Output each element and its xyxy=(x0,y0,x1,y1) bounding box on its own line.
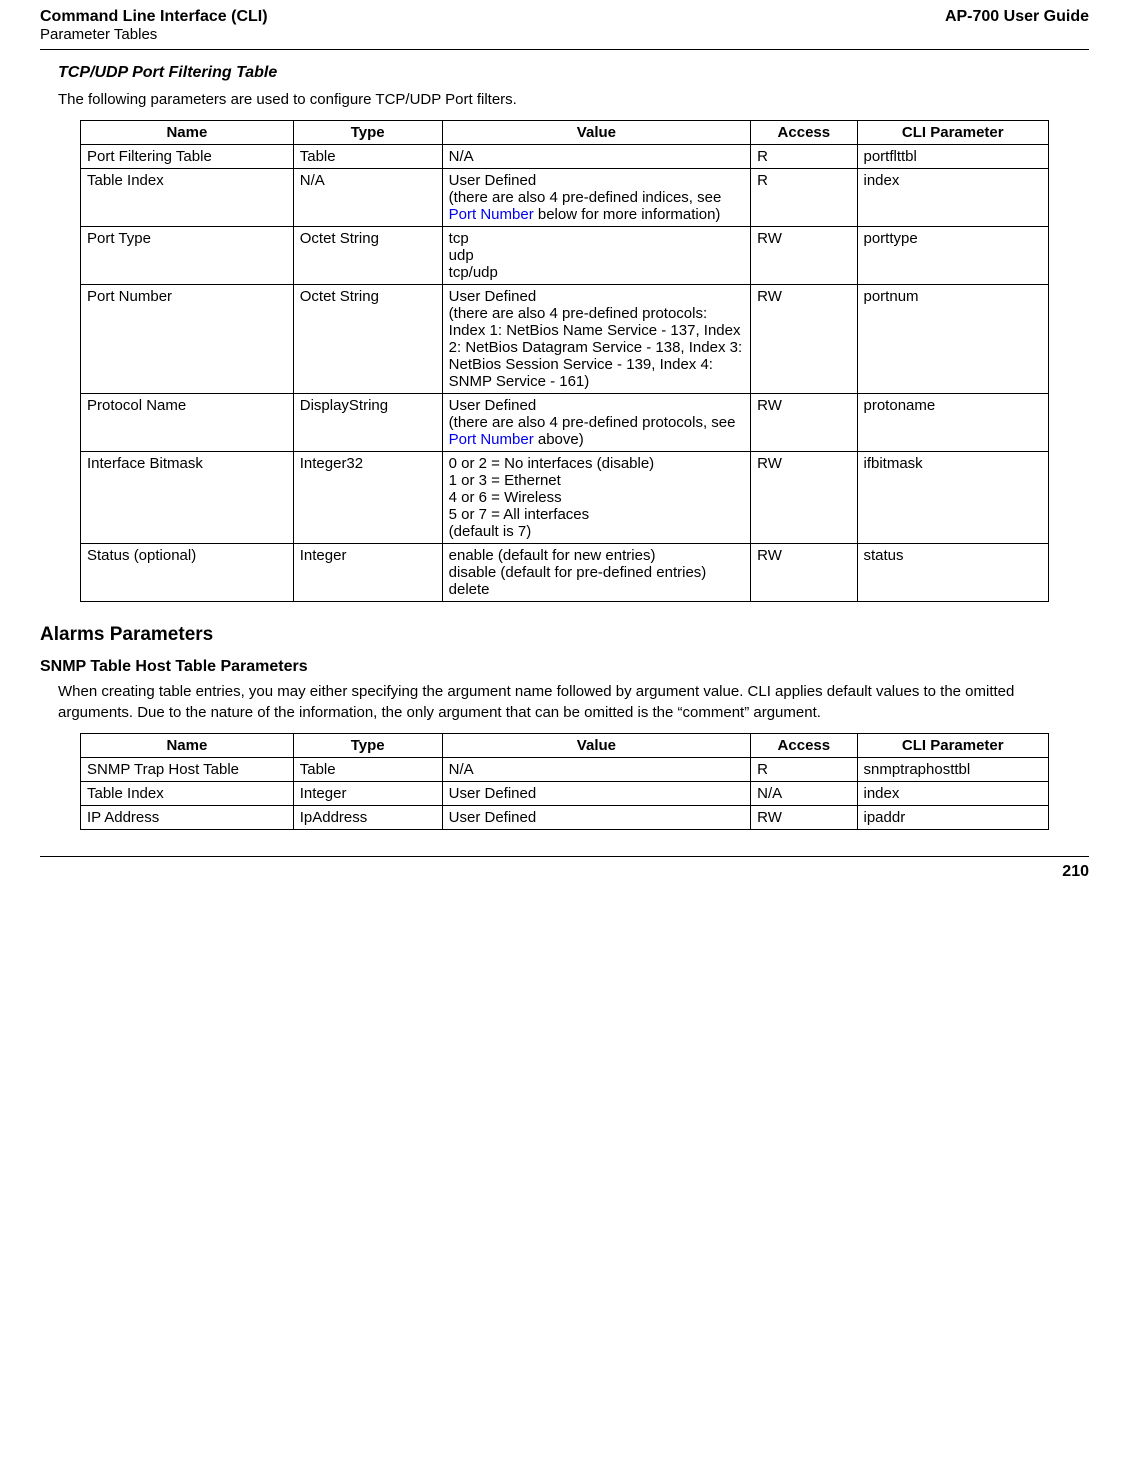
cell-type: Octet String xyxy=(293,285,442,394)
cell-value: tcp udp tcp/udp xyxy=(442,227,750,285)
cell-value: User Defined (there are also 4 pre-defin… xyxy=(442,169,750,227)
cell-name: Port Number xyxy=(81,285,294,394)
cell-name: Port Type xyxy=(81,227,294,285)
cell-access: RW xyxy=(751,544,857,602)
cell-name: Status (optional) xyxy=(81,544,294,602)
cell-type: Octet String xyxy=(293,227,442,285)
cell-type: Integer xyxy=(293,544,442,602)
cell-name: Interface Bitmask xyxy=(81,452,294,544)
port-number-link[interactable]: Port Number xyxy=(449,431,534,448)
cell-cli: ipaddr xyxy=(857,805,1049,829)
cell-cli: snmptraphosttbl xyxy=(857,757,1049,781)
cell-value-post: above) xyxy=(534,431,584,448)
cell-value: User Defined xyxy=(442,805,750,829)
col-header-type: Type xyxy=(293,733,442,757)
alarms-parameters-heading: Alarms Parameters xyxy=(40,624,1089,646)
table-header-row: Name Type Value Access CLI Parameter xyxy=(81,121,1049,145)
cell-value: enable (default for new entries) disable… xyxy=(442,544,750,602)
cell-type: Integer xyxy=(293,781,442,805)
cell-name: IP Address xyxy=(81,805,294,829)
table-row: Port Filtering Table Table N/A R portflt… xyxy=(81,145,1049,169)
snmp-trap-host-table: Name Type Value Access CLI Parameter SNM… xyxy=(80,733,1049,830)
cell-access: RW xyxy=(751,285,857,394)
cell-type: Table xyxy=(293,145,442,169)
col-header-access: Access xyxy=(751,121,857,145)
cell-type: Table xyxy=(293,757,442,781)
col-header-cli: CLI Parameter xyxy=(857,733,1049,757)
header-subtitle: Parameter Tables xyxy=(40,26,268,43)
section-intro-tcpudp: The following parameters are used to con… xyxy=(58,90,1089,110)
cell-value: User Defined (there are also 4 pre-defin… xyxy=(442,285,750,394)
cell-name: Table Index xyxy=(81,169,294,227)
cell-cli: index xyxy=(857,781,1049,805)
table-row: SNMP Trap Host Table Table N/A R snmptra… xyxy=(81,757,1049,781)
page-header: Command Line Interface (CLI) Parameter T… xyxy=(40,0,1089,50)
cell-cli: ifbitmask xyxy=(857,452,1049,544)
cell-value: N/A xyxy=(442,757,750,781)
cell-value-pre: User Defined (there are also 4 pre-defin… xyxy=(449,397,736,431)
table-row: Table Index N/A User Defined (there are … xyxy=(81,169,1049,227)
cell-access: R xyxy=(751,145,857,169)
page: Command Line Interface (CLI) Parameter T… xyxy=(0,0,1129,911)
cell-access: RW xyxy=(751,394,857,452)
cell-value: User Defined (there are also 4 pre-defin… xyxy=(442,394,750,452)
col-header-type: Type xyxy=(293,121,442,145)
snmp-host-intro: When creating table entries, you may eit… xyxy=(58,682,1089,723)
col-header-name: Name xyxy=(81,733,294,757)
cell-access: RW xyxy=(751,227,857,285)
table-row: IP Address IpAddress User Defined RW ipa… xyxy=(81,805,1049,829)
cell-type: N/A xyxy=(293,169,442,227)
cell-access: RW xyxy=(751,452,857,544)
cell-cli: porttype xyxy=(857,227,1049,285)
header-title: Command Line Interface (CLI) xyxy=(40,8,268,26)
tcpudp-filter-table: Name Type Value Access CLI Parameter Por… xyxy=(80,120,1049,602)
cell-access: R xyxy=(751,169,857,227)
table-row: Table Index Integer User Defined N/A ind… xyxy=(81,781,1049,805)
table-row: Port Type Octet String tcp udp tcp/udp R… xyxy=(81,227,1049,285)
table-row: Status (optional) Integer enable (defaul… xyxy=(81,544,1049,602)
col-header-value: Value xyxy=(442,733,750,757)
cell-value-pre: User Defined (there are also 4 pre-defin… xyxy=(449,172,722,206)
cell-value: N/A xyxy=(442,145,750,169)
cell-name: Protocol Name xyxy=(81,394,294,452)
cell-cli: status xyxy=(857,544,1049,602)
col-header-value: Value xyxy=(442,121,750,145)
header-guide-name: AP-700 User Guide xyxy=(945,8,1089,26)
port-number-link[interactable]: Port Number xyxy=(449,206,534,223)
cell-value: 0 or 2 = No interfaces (disable) 1 or 3 … xyxy=(442,452,750,544)
snmp-host-table-heading: SNMP Table Host Table Parameters xyxy=(40,658,1089,676)
cell-value-post: below for more information) xyxy=(534,206,721,223)
cell-type: Integer32 xyxy=(293,452,442,544)
cell-cli: portnum xyxy=(857,285,1049,394)
page-number: 210 xyxy=(1062,863,1089,880)
cell-name: SNMP Trap Host Table xyxy=(81,757,294,781)
header-left: Command Line Interface (CLI) Parameter T… xyxy=(40,8,268,43)
cell-cli: portflttbl xyxy=(857,145,1049,169)
cell-name: Table Index xyxy=(81,781,294,805)
cell-access: RW xyxy=(751,805,857,829)
cell-cli: index xyxy=(857,169,1049,227)
table-row: Interface Bitmask Integer32 0 or 2 = No … xyxy=(81,452,1049,544)
cell-access: N/A xyxy=(751,781,857,805)
table-row: Port Number Octet String User Defined (t… xyxy=(81,285,1049,394)
cell-name: Port Filtering Table xyxy=(81,145,294,169)
page-footer: 210 xyxy=(40,856,1089,881)
col-header-cli: CLI Parameter xyxy=(857,121,1049,145)
cell-access: R xyxy=(751,757,857,781)
cell-type: DisplayString xyxy=(293,394,442,452)
cell-value: User Defined xyxy=(442,781,750,805)
col-header-name: Name xyxy=(81,121,294,145)
col-header-access: Access xyxy=(751,733,857,757)
cell-cli: protoname xyxy=(857,394,1049,452)
table-header-row: Name Type Value Access CLI Parameter xyxy=(81,733,1049,757)
section-heading-tcpudp: TCP/UDP Port Filtering Table xyxy=(58,64,1089,82)
cell-type: IpAddress xyxy=(293,805,442,829)
table-row: Protocol Name DisplayString User Defined… xyxy=(81,394,1049,452)
